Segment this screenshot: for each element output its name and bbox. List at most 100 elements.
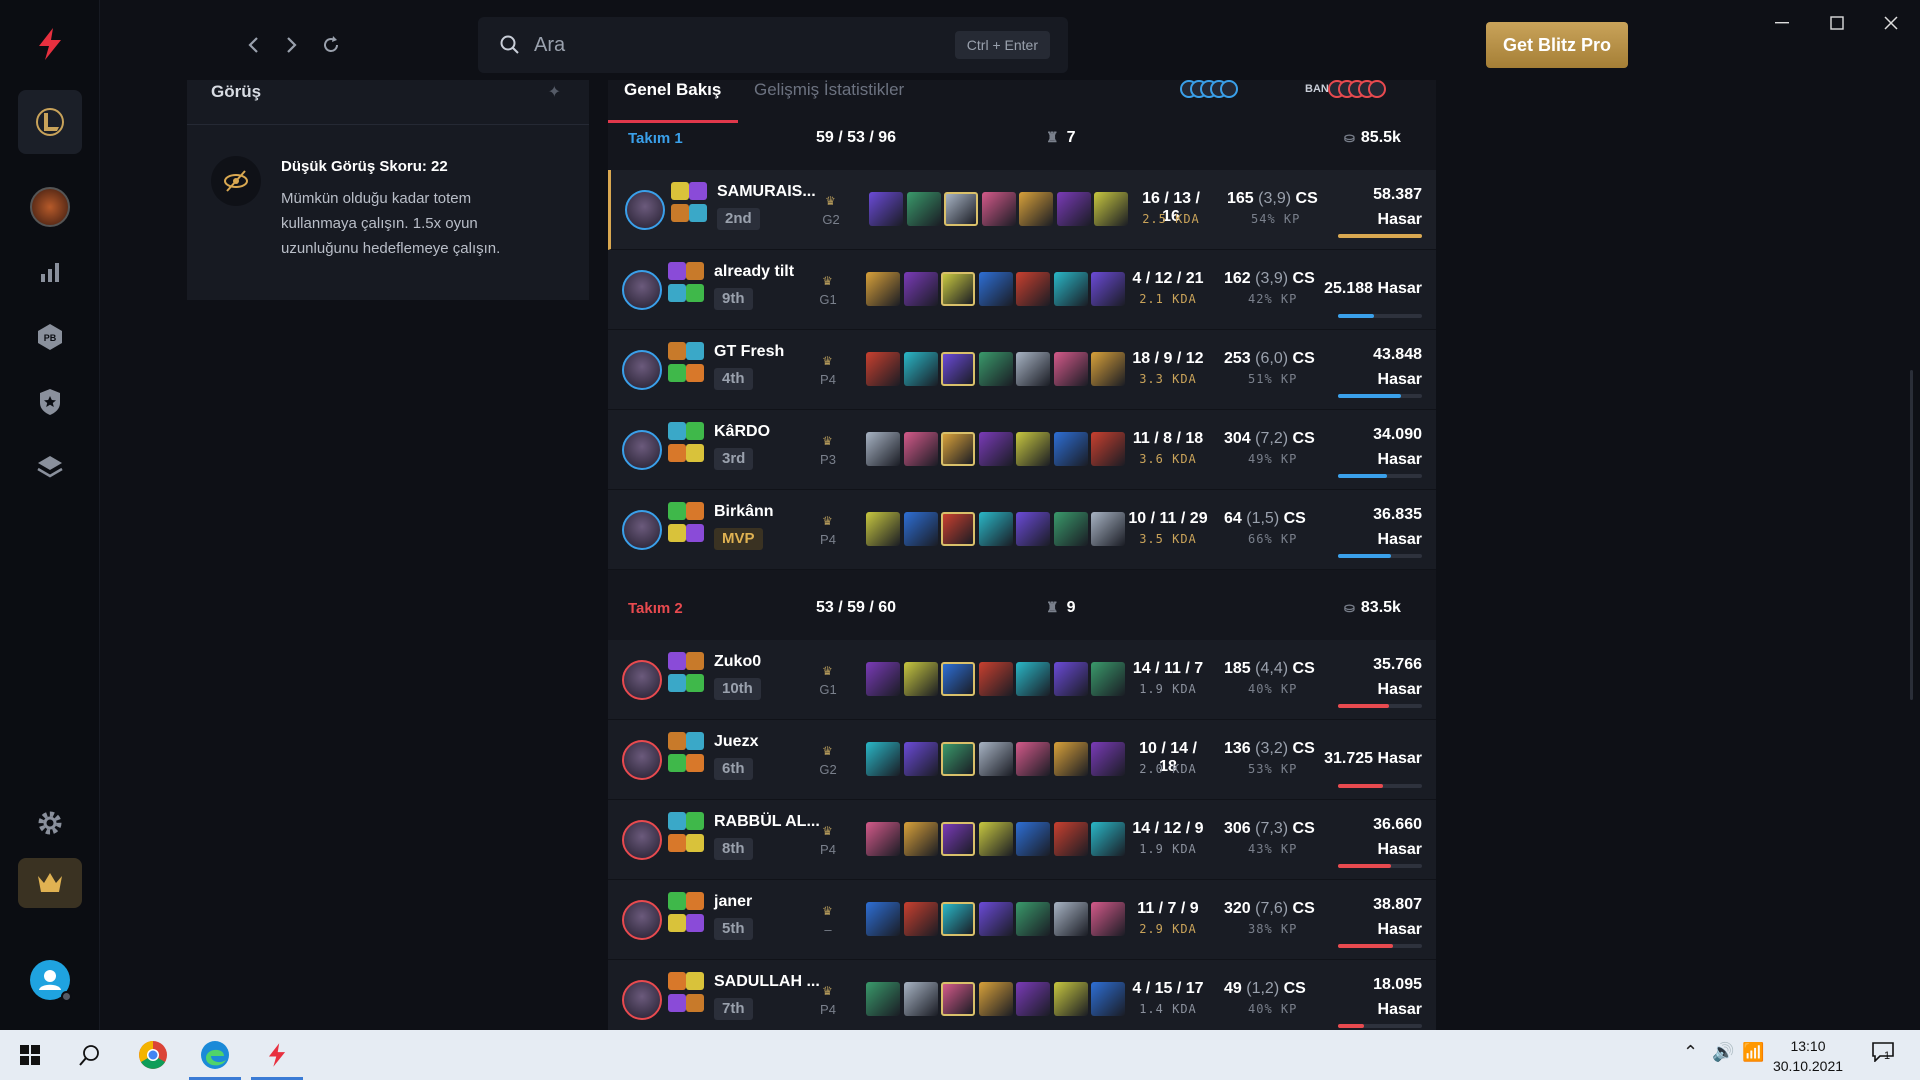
item-icon[interactable] <box>1016 742 1050 776</box>
item-icon[interactable] <box>1053 822 1088 856</box>
item-icon[interactable] <box>941 982 975 1016</box>
chrome-icon[interactable] <box>123 1030 183 1080</box>
player-row[interactable]: SADULLAH ... 7th ♛ P4 4 / 15 / 17 1.4 KDA 49 (… <box>608 960 1436 1040</box>
item-icon[interactable] <box>869 192 903 226</box>
notification-icon[interactable]: 1 <box>1872 1042 1894 1067</box>
item-icon[interactable] <box>978 272 1013 306</box>
item-icon[interactable] <box>903 902 938 936</box>
player-name[interactable]: Birkânn <box>714 503 774 521</box>
player-name[interactable]: KâRDO <box>714 423 770 441</box>
windows-start-icon[interactable] <box>0 1030 60 1080</box>
player-row[interactable]: RABBÜL AL... 8th ♛ P4 14 / 12 / 9 1.9 KDA 306 … <box>608 800 1436 880</box>
player-row[interactable]: janer 5th ♛ –11 / 7 / 9 2.9 KDA 320 (7,6) CS 3… <box>608 880 1436 960</box>
summoner-profile-icon[interactable] <box>18 175 82 239</box>
item-icon[interactable] <box>903 272 938 306</box>
item-icon[interactable] <box>978 662 1013 696</box>
item-icon[interactable] <box>1016 822 1050 856</box>
item-icon[interactable] <box>1053 272 1088 306</box>
league-of-legends-icon[interactable] <box>18 90 82 154</box>
item-icon[interactable] <box>941 822 975 856</box>
probuilds-icon[interactable]: PB <box>18 305 82 369</box>
player-name[interactable]: SADULLAH ... <box>714 973 820 991</box>
item-icon[interactable] <box>941 902 975 936</box>
item-icon[interactable] <box>1091 822 1125 856</box>
item-icon[interactable] <box>1019 192 1053 226</box>
item-icon[interactable] <box>1053 512 1088 546</box>
item-icon[interactable] <box>941 352 975 386</box>
player-row[interactable]: Birkânn MVP ♛ P4 10 / 11 / 29 3.5 KDA 64 (1,5)… <box>608 490 1436 570</box>
item-icon[interactable] <box>1091 662 1125 696</box>
item-icon[interactable] <box>866 512 900 546</box>
get-blitz-pro-button[interactable]: Get Blitz Pro <box>1486 22 1628 68</box>
refresh-icon[interactable] <box>316 30 346 60</box>
item-icon[interactable] <box>1091 272 1125 306</box>
item-icon[interactable] <box>1091 982 1125 1016</box>
item-icon[interactable] <box>903 352 938 386</box>
item-icon[interactable] <box>1016 662 1050 696</box>
player-row[interactable]: already tilt 9th ♛ G1 4 / 12 / 21 2.1 KDA 162 … <box>608 250 1436 330</box>
pin-icon[interactable]: ✦ <box>548 82 561 102</box>
item-icon[interactable] <box>1016 902 1050 936</box>
search-input[interactable] <box>534 31 864 59</box>
item-icon[interactable] <box>866 742 900 776</box>
edge-icon[interactable] <box>185 1030 245 1080</box>
player-name[interactable]: RABBÜL AL... <box>714 813 820 831</box>
item-icon[interactable] <box>944 192 978 226</box>
layers-icon[interactable] <box>18 435 82 499</box>
player-row[interactable]: Juezx 6th ♛ G2 10 / 14 / 18 2.0 KDA 136 (3,2) … <box>608 720 1436 800</box>
maximize-icon[interactable] <box>1817 8 1857 38</box>
item-icon[interactable] <box>978 352 1013 386</box>
back-chevron-icon[interactable] <box>238 30 268 60</box>
forward-chevron-icon[interactable] <box>277 30 307 60</box>
item-icon[interactable] <box>866 432 900 466</box>
item-icon[interactable] <box>941 432 975 466</box>
item-icon[interactable] <box>866 822 900 856</box>
item-icon[interactable] <box>903 822 938 856</box>
item-icon[interactable] <box>1053 432 1088 466</box>
item-icon[interactable] <box>1016 512 1050 546</box>
player-name[interactable]: Zuko0 <box>714 653 761 671</box>
item-icon[interactable] <box>866 902 900 936</box>
item-icon[interactable] <box>941 512 975 546</box>
item-icon[interactable] <box>978 432 1013 466</box>
item-icon[interactable] <box>906 192 941 226</box>
item-icon[interactable] <box>1056 192 1091 226</box>
item-icon[interactable] <box>903 432 938 466</box>
tab-overview[interactable]: Genel Bakış <box>624 80 721 100</box>
item-icon[interactable] <box>903 982 938 1016</box>
item-icon[interactable] <box>1053 742 1088 776</box>
player-row[interactable]: Zuko0 10th ♛ G1 14 / 11 / 7 1.9 KDA 185 (4,4) … <box>608 640 1436 720</box>
item-icon[interactable] <box>1091 352 1125 386</box>
player-name[interactable]: SAMURAIS... <box>717 183 816 201</box>
item-icon[interactable] <box>1053 662 1088 696</box>
item-icon[interactable] <box>1016 982 1050 1016</box>
player-row[interactable]: SAMURAIS... 2nd ♛ G2 16 / 13 / 16 2.5 KDA 165 … <box>608 170 1436 250</box>
item-icon[interactable] <box>866 352 900 386</box>
item-icon[interactable] <box>866 662 900 696</box>
item-icon[interactable] <box>1053 902 1088 936</box>
minimize-icon[interactable] <box>1762 8 1802 38</box>
item-icon[interactable] <box>1053 352 1088 386</box>
item-icon[interactable] <box>978 512 1013 546</box>
user-avatar-icon[interactable] <box>18 948 82 1012</box>
item-icon[interactable] <box>1091 742 1125 776</box>
item-icon[interactable] <box>903 662 938 696</box>
tab-advanced-stats[interactable]: Gelişmiş İstatistikler <box>754 80 904 100</box>
item-icon[interactable] <box>903 512 938 546</box>
player-name[interactable]: Juezx <box>714 733 758 751</box>
item-icon[interactable] <box>1016 352 1050 386</box>
player-name[interactable]: janer <box>714 893 752 911</box>
item-icon[interactable] <box>941 272 975 306</box>
player-name[interactable]: GT Fresh <box>714 343 784 361</box>
tray-chevron-up-icon[interactable]: ⌃ <box>1683 1042 1698 1063</box>
item-icon[interactable] <box>866 982 900 1016</box>
item-icon[interactable] <box>903 742 938 776</box>
item-icon[interactable] <box>1016 272 1050 306</box>
item-icon[interactable] <box>1091 432 1125 466</box>
player-row[interactable]: KâRDO 3rd ♛ P3 11 / 8 / 18 3.6 KDA 304 (7,2) C… <box>608 410 1436 490</box>
item-icon[interactable] <box>1016 432 1050 466</box>
item-icon[interactable] <box>978 822 1013 856</box>
taskbar-search-icon[interactable] <box>60 1030 120 1080</box>
player-name[interactable]: already tilt <box>714 263 794 281</box>
item-icon[interactable] <box>941 662 975 696</box>
